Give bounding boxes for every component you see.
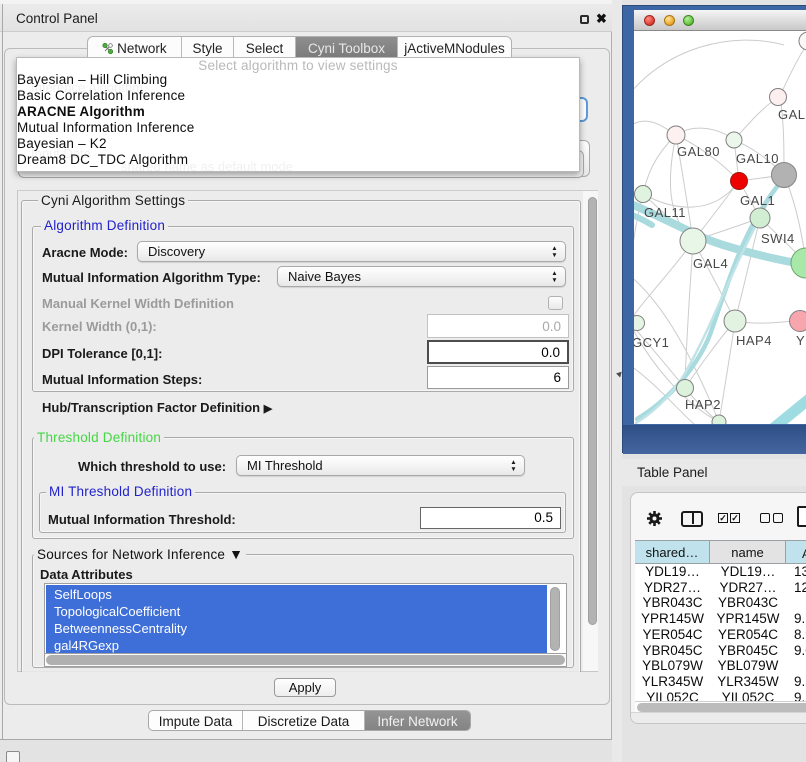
svg-text:HAP2: HAP2: [685, 397, 721, 412]
svg-text:GCY1: GCY1: [634, 335, 669, 350]
svg-text:GAL80: GAL80: [677, 144, 720, 159]
svg-text:GAL1: GAL1: [740, 193, 775, 208]
svg-text:GAL11: GAL11: [644, 205, 686, 220]
svg-text:GAL10: GAL10: [736, 151, 779, 166]
svg-text:Y: Y: [796, 333, 805, 348]
svg-text:SWI4: SWI4: [761, 231, 795, 246]
svg-text:HAP4: HAP4: [736, 333, 772, 348]
svg-text:GAL7: GAL7: [778, 107, 806, 122]
svg-text:GAL4: GAL4: [693, 256, 728, 271]
